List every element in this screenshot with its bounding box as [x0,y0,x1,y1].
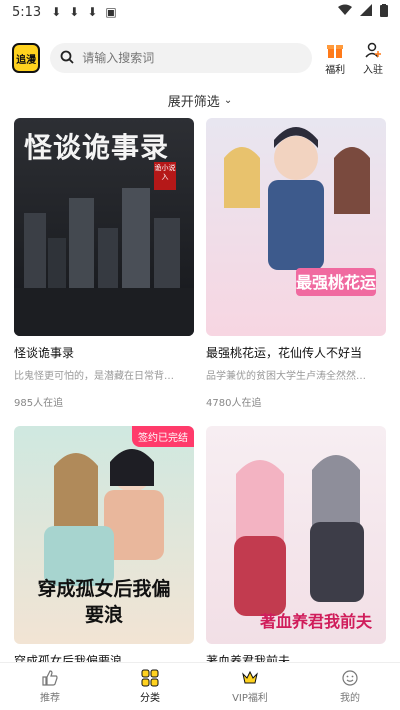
comic-card[interactable]: 怪谈诡事录 诡小说入 怪谈诡事录 比鬼怪更可怕的，是潜藏在日常背… 985人在追 [14,118,194,409]
comic-card[interactable]: 著血养君我前夫 著血养君我前夫 [206,426,386,662]
crown-icon [242,670,258,684]
cover-tag: 签约已完结 [132,426,194,447]
comic-title[interactable]: 最强桃花运，花仙传人不好当 [206,344,386,361]
comic-card[interactable]: 最强桃花运 最强桃花运，花仙传人不好当 品学兼优的贫困大学生卢涛全然然… 478… [206,118,386,409]
cover-title: 穿成孤女后我偏要浪 [37,578,171,626]
tab-profile[interactable]: 我的 [300,663,400,710]
comic-title[interactable]: 穿成孤女后我偏要浪 [14,652,194,662]
chevron-down-icon: ⌄ [223,94,233,106]
app-logo[interactable]: 追漫 [12,43,41,73]
app-header: 追漫 福利 入驻 [0,36,400,80]
search-icon [60,49,74,68]
smile-icon [342,670,358,686]
cover-seal: 诡小说入 [154,162,176,190]
join-label: 入驻 [363,64,384,76]
tab-recommend[interactable]: 推荐 [0,663,100,710]
welfare-label: 福利 [325,64,346,76]
filter-toggle[interactable]: 展开筛选 ⌄ [0,88,400,112]
tab-label: 分类 [140,693,160,704]
tab-label: VIP福利 [232,693,268,704]
status-bar: 5:13 ⬇ ⬇ ⬇ ▣ [0,0,400,24]
status-time: 5:13 [12,4,42,20]
image-icon: ▣ [105,5,117,19]
download-icon: ⬇ [87,5,98,19]
search-bar[interactable] [50,43,313,73]
download-icon: ⬇ [51,5,62,19]
gift-icon [327,44,344,58]
welfare-button[interactable]: 福利 [320,41,350,76]
tab-category[interactable]: 分类 [100,663,200,710]
tab-label: 推荐 [40,693,60,704]
comic-grid: 怪谈诡事录 诡小说入 怪谈诡事录 比鬼怪更可怕的，是潜藏在日常背… 985人在追… [0,118,400,662]
download-icon: ⬇ [69,5,80,19]
battery-icon [380,3,388,21]
characters-illustration: 最强桃花运 [224,127,376,296]
filter-label: 展开筛选 [167,94,220,110]
tab-label: 我的 [340,693,360,704]
cover-title: 怪谈诡事录 [24,131,170,164]
comic-desc: 比鬼怪更可怕的，是潜藏在日常背… [14,371,174,382]
join-button[interactable]: 入驻 [358,41,388,76]
comic-followers: 4780人在追 [206,398,262,409]
user-add-icon [365,42,382,58]
wifi-icon [338,4,352,20]
search-input[interactable] [82,51,303,65]
thumbs-up-icon [42,670,58,686]
signal-icon [360,4,372,20]
comic-cover[interactable]: 著血养君我前夫 [206,426,386,644]
comic-cover[interactable]: 签约已完结 穿成孤女后我偏要浪 [14,426,194,644]
grid-icon [141,669,159,687]
comic-cover[interactable]: 最强桃花运 [206,118,386,336]
comic-title[interactable]: 怪谈诡事录 [14,344,194,361]
comic-followers: 985人在追 [14,398,64,409]
comic-cover[interactable]: 怪谈诡事录 诡小说入 [14,118,194,336]
cover-title: 最强桃花运 [296,273,376,292]
cover-title: 著血养君我前夫 [259,612,372,631]
comic-desc: 品学兼优的贫困大学生卢涛全然然… [206,371,366,382]
tab-vip[interactable]: VIP福利 [200,663,300,710]
bottom-tab-bar: 推荐 分类 VIP福利 我的 [0,662,400,710]
comic-title[interactable]: 著血养君我前夫 [206,652,386,662]
comic-card[interactable]: 签约已完结 穿成孤女后我偏要浪 穿成孤女后我偏要浪 [14,426,194,662]
